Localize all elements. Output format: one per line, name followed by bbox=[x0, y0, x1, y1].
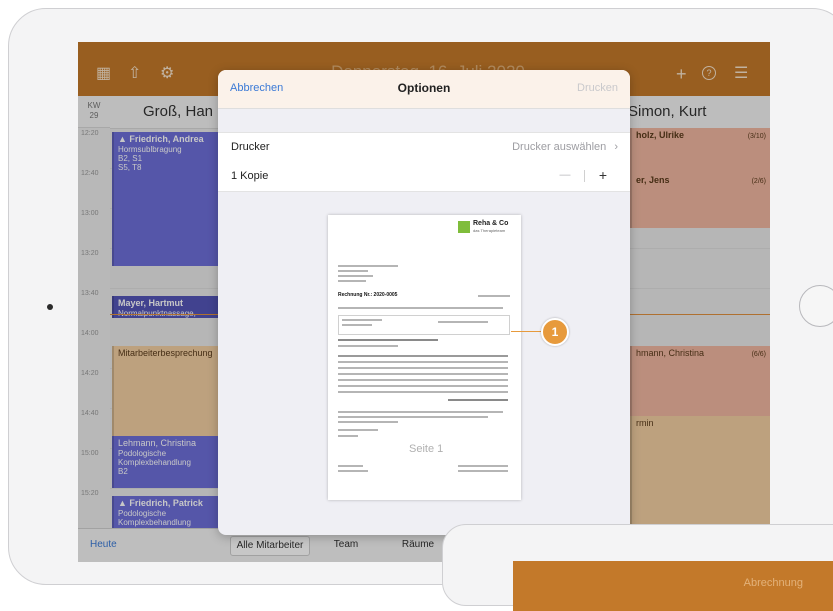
home-button[interactable] bbox=[799, 285, 833, 327]
secondary-device-title: Abrechnung bbox=[743, 577, 803, 589]
text-line bbox=[338, 265, 398, 267]
logo-name: Reha & Co bbox=[473, 220, 509, 227]
footer-line bbox=[338, 470, 368, 472]
chevron-right-icon: › bbox=[614, 141, 618, 153]
text-line bbox=[338, 411, 503, 413]
callout-connector bbox=[511, 331, 541, 332]
logo-icon bbox=[458, 221, 470, 233]
copies-label: 1 Kopie bbox=[231, 170, 269, 182]
print-button[interactable]: Drucken bbox=[577, 82, 618, 94]
secondary-device-navbar: Abrechnung bbox=[513, 561, 833, 611]
print-options-dialog: Abbrechen Optionen Drucken Drucker Druck… bbox=[218, 70, 630, 535]
table-line bbox=[338, 361, 508, 363]
table-line bbox=[338, 379, 508, 381]
text-line bbox=[338, 307, 503, 309]
callout-badge: 1 bbox=[541, 318, 569, 346]
dialog-title: Optionen bbox=[397, 81, 451, 95]
text-line bbox=[478, 295, 510, 297]
print-preview-page: Reha & Co das Therapieteam Rechnung Nr.:… bbox=[328, 215, 521, 500]
logo-tagline: das Therapieteam bbox=[473, 228, 506, 233]
text-line bbox=[342, 324, 372, 326]
text-line bbox=[438, 321, 488, 323]
table-header-line bbox=[338, 355, 508, 357]
printer-value-text: Drucker auswählen bbox=[512, 141, 607, 153]
text-line bbox=[338, 421, 398, 423]
printer-row[interactable]: Drucker Drucker auswählen › bbox=[218, 132, 630, 163]
footer-line bbox=[458, 465, 508, 467]
printer-label: Drucker bbox=[231, 141, 270, 153]
stepper-divider bbox=[584, 170, 585, 182]
footer-line bbox=[338, 465, 363, 467]
dialog-header: Abbrechen Optionen Drucken bbox=[218, 70, 630, 109]
footer-line bbox=[458, 470, 508, 472]
table-line bbox=[338, 367, 508, 369]
text-line bbox=[338, 429, 378, 431]
increment-button[interactable]: + bbox=[588, 167, 618, 185]
secondary-device-frame: Abrechnung bbox=[442, 524, 833, 611]
decrement-button[interactable]: — bbox=[550, 167, 580, 185]
table-line bbox=[338, 391, 508, 393]
text-line bbox=[338, 270, 368, 272]
table-line bbox=[338, 373, 508, 375]
text-line bbox=[342, 319, 382, 321]
page-label: Seite 1 bbox=[405, 443, 448, 455]
copies-row: 1 Kopie — + bbox=[218, 162, 630, 192]
camera-dot bbox=[47, 304, 53, 310]
text-line bbox=[338, 416, 488, 418]
total-line bbox=[448, 399, 508, 401]
ipad-screen: ▦ ⇧ ⚙ Donnerstag, 16. Juli 2020 + ? ☰ KW… bbox=[78, 42, 770, 562]
text-line bbox=[338, 280, 366, 282]
text-line bbox=[338, 435, 358, 437]
table-line bbox=[338, 385, 508, 387]
printer-value: Drucker auswählen › bbox=[512, 141, 618, 153]
text-line bbox=[338, 275, 373, 277]
text-line bbox=[338, 345, 398, 347]
copies-stepper[interactable]: — + bbox=[550, 167, 618, 185]
invoice-title: Rechnung Nr.: 2020-0005 bbox=[338, 292, 398, 298]
text-line bbox=[338, 339, 438, 341]
